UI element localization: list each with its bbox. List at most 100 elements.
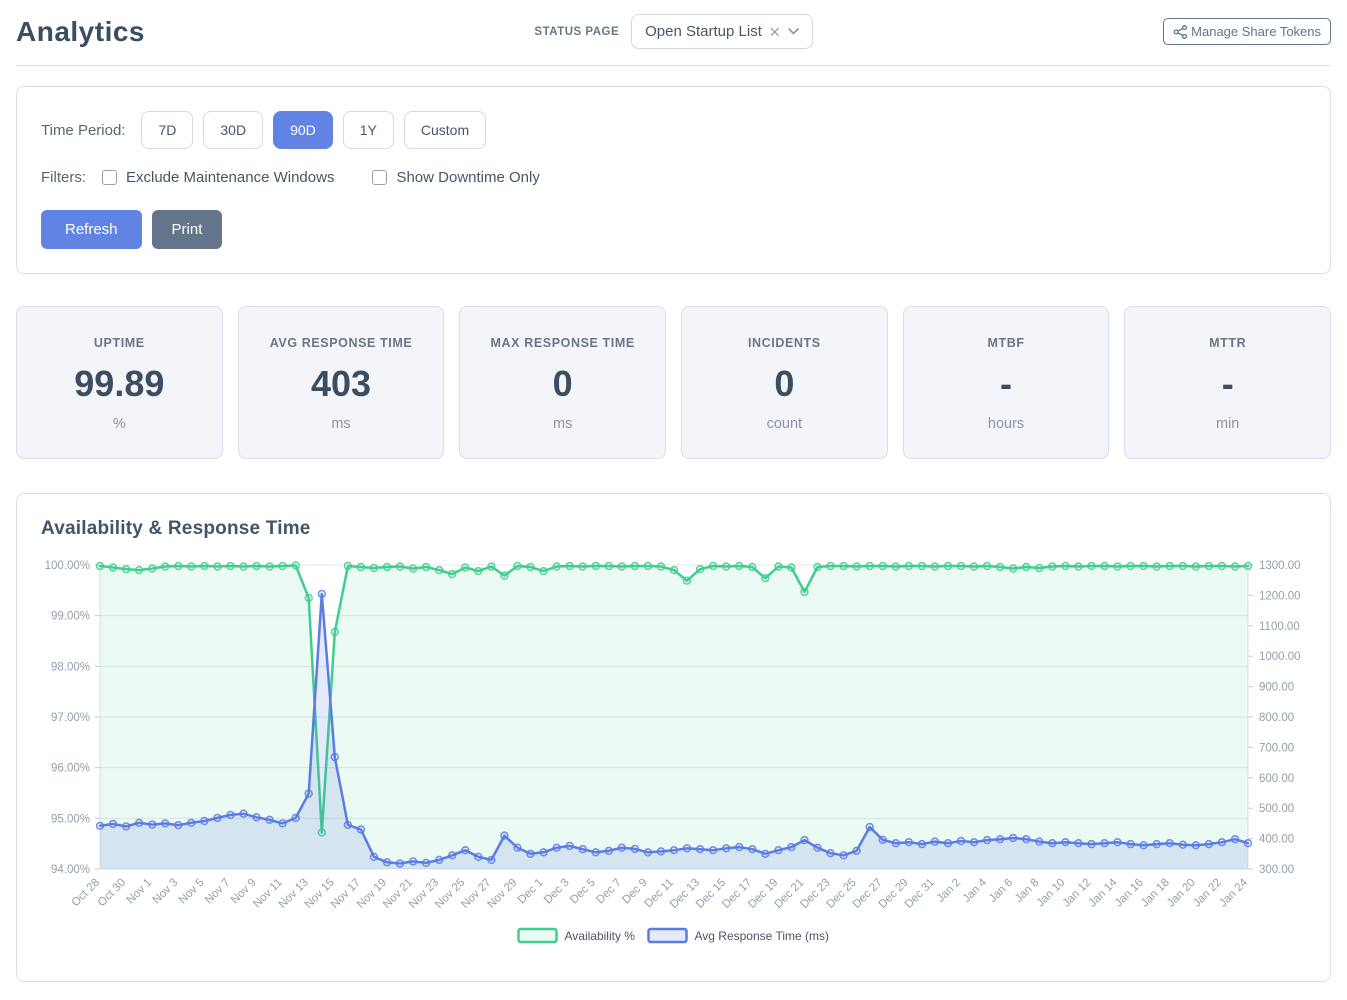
filters-row: Filters: Exclude Maintenance Windows Sho… (41, 169, 1306, 186)
svg-text:Jan 12: Jan 12 (1061, 877, 1094, 910)
share-icon (1173, 25, 1188, 39)
time-period-7d-button[interactable]: 7D (141, 111, 193, 149)
svg-text:99.00%: 99.00% (51, 611, 90, 623)
status-page-selected-value: Open Startup List (645, 23, 762, 40)
stat-unit: ms (468, 416, 657, 432)
chart-panel: Availability & Response Time 100.00% 99.0… (16, 493, 1331, 982)
chart-title: Availability & Response Time (41, 518, 1330, 540)
stat-card-incidents: INCIDENTS 0 count (681, 306, 888, 459)
exclude-maintenance-label: Exclude Maintenance Windows (126, 169, 334, 186)
show-downtime-checkbox[interactable] (372, 170, 387, 185)
page-title: Analytics (16, 16, 145, 47)
svg-text:900.00: 900.00 (1259, 682, 1294, 694)
time-period-30d-button[interactable]: 30D (203, 111, 263, 149)
svg-text:800.00: 800.00 (1259, 712, 1294, 724)
svg-text:300.00: 300.00 (1259, 864, 1294, 876)
svg-text:Nov 1: Nov 1 (125, 877, 155, 907)
time-period-label: Time Period: (41, 122, 125, 139)
refresh-button[interactable]: Refresh (41, 210, 142, 249)
svg-text:96.00%: 96.00% (51, 763, 90, 775)
stat-label: MTBF (912, 336, 1101, 350)
time-period-row: Time Period: 7D 30D 90D 1Y Custom (41, 111, 1306, 149)
svg-text:97.00%: 97.00% (51, 712, 90, 724)
filter-show-downtime[interactable]: Show Downtime Only (372, 169, 539, 186)
svg-text:94.00%: 94.00% (51, 864, 90, 876)
availability-chart: 100.00% 99.00% 98.00% 97.00% 96.00% 95.00% 94.… (17, 548, 1330, 973)
manage-share-tokens-label: Manage Share Tokens (1191, 24, 1321, 39)
svg-text:Avg Response Time (ms): Avg Response Time (ms) (695, 929, 830, 943)
svg-text:Jan 4: Jan 4 (961, 876, 990, 905)
svg-text:Oct 28: Oct 28 (70, 877, 102, 909)
stat-card-mttr: MTTR - min (1124, 306, 1331, 459)
svg-text:98.00%: 98.00% (51, 661, 90, 673)
header: Analytics STATUS PAGE Open Startup List … (16, 12, 1331, 66)
svg-text:Jan 16: Jan 16 (1113, 877, 1146, 910)
svg-text:Availability %: Availability % (565, 929, 636, 943)
manage-share-tokens-button[interactable]: Manage Share Tokens (1163, 18, 1331, 45)
stat-value: 0 (468, 363, 657, 405)
stat-unit: % (25, 416, 214, 432)
svg-text:600.00: 600.00 (1259, 773, 1294, 785)
svg-text:500.00: 500.00 (1259, 803, 1294, 815)
status-page-select[interactable]: Open Startup List ✕ (631, 14, 812, 49)
svg-text:Dec 7: Dec 7 (594, 877, 624, 907)
svg-text:1300.00: 1300.00 (1259, 560, 1301, 572)
svg-text:Jan 22: Jan 22 (1191, 877, 1224, 910)
stat-label: INCIDENTS (690, 336, 879, 350)
legend-item: Availability % (519, 929, 636, 943)
stat-value: - (912, 363, 1101, 405)
stat-label: MTTR (1133, 336, 1322, 350)
svg-text:Dec 1: Dec 1 (516, 877, 546, 907)
svg-text:Jan 10: Jan 10 (1035, 877, 1068, 910)
stat-value: 99.89 (25, 363, 214, 405)
svg-text:95.00%: 95.00% (51, 813, 90, 825)
time-period-custom-button[interactable]: Custom (404, 111, 486, 149)
svg-text:Nov 5: Nov 5 (177, 877, 207, 907)
legend-item: Avg Response Time (ms) (649, 929, 830, 943)
stat-label: UPTIME (25, 336, 214, 350)
svg-text:Dec 3: Dec 3 (542, 877, 572, 907)
svg-text:Jan 18: Jan 18 (1139, 877, 1172, 910)
print-button[interactable]: Print (152, 210, 223, 249)
svg-text:Jan 6: Jan 6 (987, 877, 1015, 905)
stat-unit: count (690, 416, 879, 432)
svg-text:700.00: 700.00 (1259, 742, 1294, 754)
svg-text:Jan 2: Jan 2 (935, 877, 963, 905)
status-page-label: STATUS PAGE (534, 26, 619, 38)
svg-text:100.00%: 100.00% (45, 560, 90, 572)
controls-panel: Time Period: 7D 30D 90D 1Y Custom Filter… (16, 86, 1331, 274)
stat-card-uptime: UPTIME 99.89 % (16, 306, 223, 459)
chevron-down-icon (788, 28, 799, 35)
stat-label: AVG RESPONSE TIME (247, 336, 436, 350)
svg-text:1100.00: 1100.00 (1259, 621, 1300, 633)
clear-icon[interactable]: ✕ (769, 25, 781, 39)
stat-value: 0 (690, 363, 879, 405)
show-downtime-label: Show Downtime Only (396, 169, 539, 186)
stat-card-mtbf: MTBF - hours (903, 306, 1110, 459)
svg-text:Jan 24: Jan 24 (1217, 876, 1250, 909)
stat-unit: min (1133, 416, 1322, 432)
svg-text:1000.00: 1000.00 (1259, 651, 1301, 663)
stat-value: - (1133, 363, 1322, 405)
filter-exclude-maintenance[interactable]: Exclude Maintenance Windows (102, 169, 334, 186)
filters-label: Filters: (41, 169, 86, 186)
exclude-maintenance-checkbox[interactable] (102, 170, 117, 185)
svg-text:Nov 7: Nov 7 (203, 877, 233, 907)
svg-text:Jan 20: Jan 20 (1165, 877, 1198, 910)
stat-unit: hours (912, 416, 1101, 432)
svg-text:Nov 29: Nov 29 (485, 877, 519, 911)
analytics-page: Analytics STATUS PAGE Open Startup List … (0, 0, 1347, 1000)
stats-row: UPTIME 99.89 % AVG RESPONSE TIME 403 ms … (16, 306, 1331, 459)
stat-card-max-response: MAX RESPONSE TIME 0 ms (459, 306, 666, 459)
stat-value: 403 (247, 363, 436, 405)
svg-text:Dec 5: Dec 5 (568, 877, 598, 907)
time-period-1y-button[interactable]: 1Y (343, 111, 394, 149)
stat-unit: ms (247, 416, 436, 432)
svg-text:Oct 30: Oct 30 (96, 877, 128, 909)
svg-text:Dec 31: Dec 31 (903, 877, 937, 911)
svg-text:400.00: 400.00 (1259, 834, 1294, 846)
time-period-90d-button[interactable]: 90D (273, 111, 333, 149)
stat-label: MAX RESPONSE TIME (468, 336, 657, 350)
stat-card-avg-response: AVG RESPONSE TIME 403 ms (238, 306, 445, 459)
actions-row: Refresh Print (41, 210, 1306, 249)
